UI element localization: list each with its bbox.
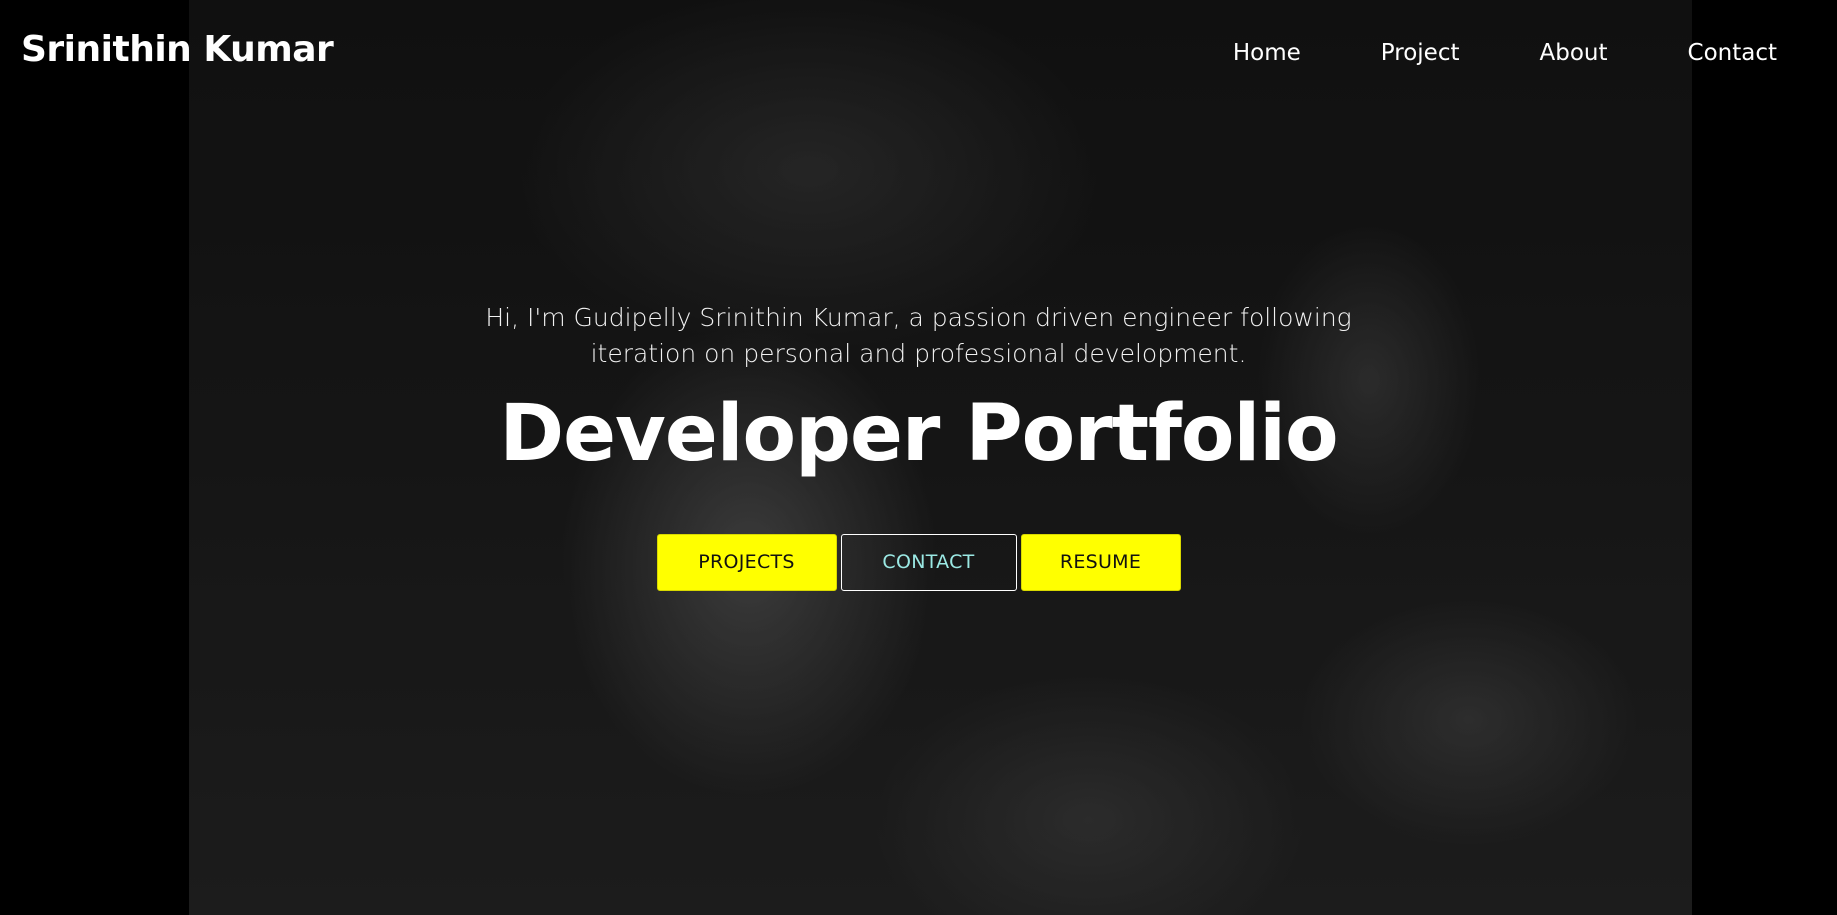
nav-link-contact[interactable]: Contact: [1688, 40, 1777, 68]
hero-content: Hi, I'm Gudipelly Srinithin Kumar, a pas…: [0, 300, 1837, 591]
projects-button[interactable]: PROJECTS: [656, 533, 837, 591]
brand-logo-text[interactable]: Srinithin Kumar: [21, 30, 334, 70]
nav-link-project[interactable]: Project: [1381, 40, 1460, 68]
page-title: Developer Portfolio: [499, 389, 1338, 479]
hero-section: Srinithin Kumar Home Project About Conta…: [0, 0, 1837, 915]
nav-link-about[interactable]: About: [1540, 40, 1608, 68]
navbar: Srinithin Kumar Home Project About Conta…: [0, 0, 1837, 112]
resume-button[interactable]: RESUME: [1020, 533, 1181, 591]
intro-text: Hi, I'm Gudipelly Srinithin Kumar, a pas…: [485, 303, 1352, 368]
nav-link-home[interactable]: Home: [1233, 40, 1301, 68]
cta-buttons: PROJECTS CONTACT RESUME: [0, 533, 1837, 591]
contact-button[interactable]: CONTACT: [840, 533, 1017, 591]
nav-links: Home Project About Contact: [1153, 40, 1777, 68]
